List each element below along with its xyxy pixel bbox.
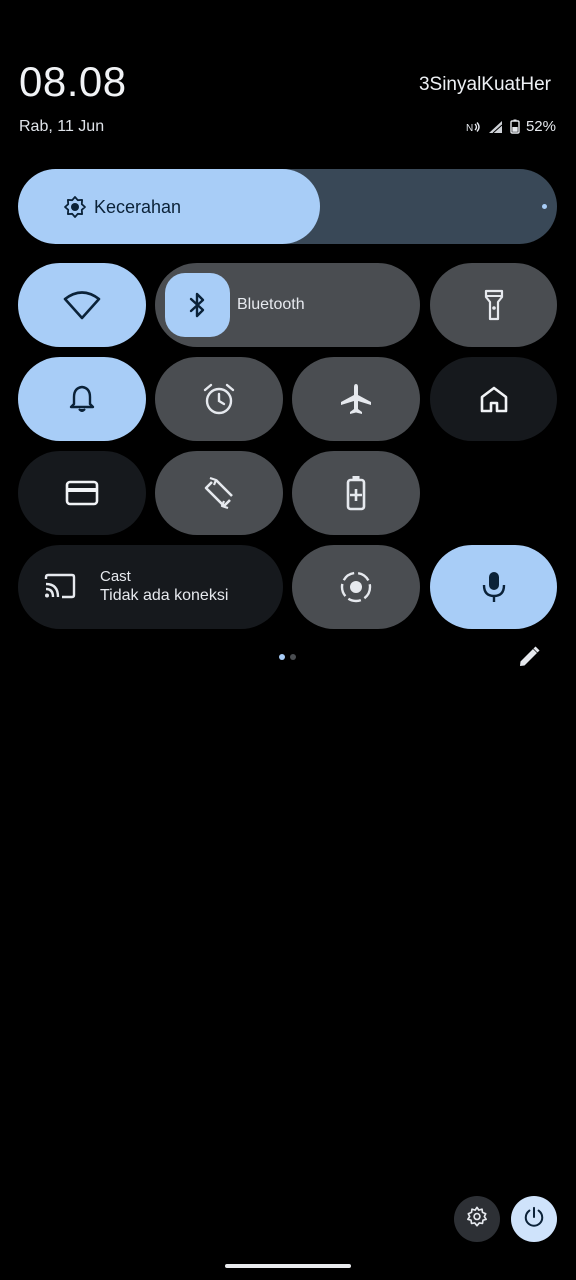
svg-text:N: N bbox=[466, 123, 473, 134]
battery-icon bbox=[510, 119, 520, 134]
brightness-label: Kecerahan bbox=[94, 197, 182, 217]
tile-wifi[interactable] bbox=[18, 263, 146, 347]
tile-mic-access[interactable] bbox=[430, 545, 557, 629]
bluetooth-label: Bluetooth bbox=[237, 296, 305, 313]
cast-status: Tidak ada koneksi bbox=[100, 587, 229, 604]
power-icon bbox=[523, 1206, 545, 1233]
signal-icon bbox=[488, 120, 504, 134]
tile-bluetooth[interactable]: Bluetooth bbox=[155, 263, 420, 347]
screen-record-icon bbox=[339, 570, 373, 604]
navigation-handle[interactable] bbox=[225, 1264, 351, 1268]
rotate-icon bbox=[202, 476, 236, 510]
airplane-icon bbox=[339, 382, 373, 416]
battery-percentage: 52% bbox=[525, 118, 556, 135]
home-icon bbox=[479, 385, 509, 413]
bell-icon bbox=[69, 384, 95, 414]
alarm-icon bbox=[202, 382, 236, 416]
carrier-name: 3SinyalKuatHer bbox=[418, 74, 551, 95]
page-dot-active bbox=[279, 654, 285, 660]
mic-icon bbox=[481, 570, 507, 604]
tile-sound[interactable] bbox=[18, 357, 146, 441]
date-label: Rab, 11 Jun bbox=[19, 118, 105, 135]
cast-icon bbox=[44, 573, 76, 599]
bluetooth-toggle[interactable] bbox=[165, 273, 230, 337]
flashlight-icon bbox=[484, 289, 504, 321]
status-icons: N 52% bbox=[466, 118, 556, 135]
gear-icon bbox=[466, 1206, 488, 1233]
tile-battery-saver[interactable] bbox=[292, 451, 420, 535]
tile-flashlight[interactable] bbox=[430, 263, 557, 347]
settings-button[interactable] bbox=[454, 1196, 500, 1242]
tile-wallet[interactable] bbox=[18, 451, 146, 535]
brightness-icon bbox=[63, 195, 87, 224]
tile-airplane-mode[interactable] bbox=[292, 357, 420, 441]
nfc-icon: N bbox=[466, 120, 482, 134]
power-button[interactable] bbox=[511, 1196, 557, 1242]
edit-tiles-button[interactable] bbox=[517, 645, 541, 674]
clock-time: 08.08 bbox=[19, 58, 127, 105]
bluetooth-icon bbox=[188, 291, 208, 319]
battery-saver-icon bbox=[345, 475, 367, 511]
brightness-end-dot bbox=[542, 204, 547, 209]
brightness-slider[interactable]: Kecerahan bbox=[18, 169, 557, 244]
tile-screen-record[interactable] bbox=[292, 545, 420, 629]
page-dot bbox=[290, 654, 296, 660]
card-icon bbox=[65, 480, 99, 506]
wifi-icon bbox=[63, 290, 101, 320]
tile-home[interactable] bbox=[430, 357, 557, 441]
tile-cast[interactable]: Cast Tidak ada koneksi bbox=[18, 545, 283, 629]
pencil-icon bbox=[517, 646, 541, 673]
page-indicator bbox=[279, 654, 296, 660]
tile-auto-rotate[interactable] bbox=[155, 451, 283, 535]
cast-title: Cast bbox=[100, 568, 131, 585]
tile-alarm[interactable] bbox=[155, 357, 283, 441]
